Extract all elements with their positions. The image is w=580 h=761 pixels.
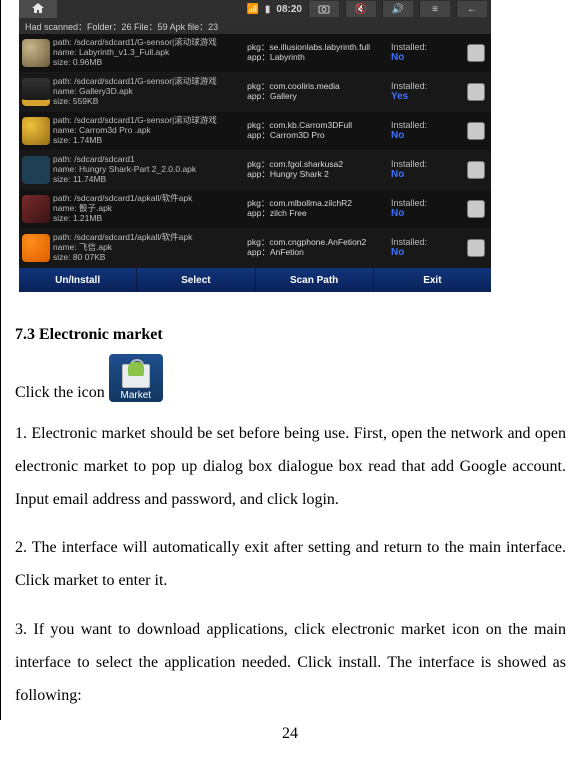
paragraph-2: 2. The interface will automatically exit… xyxy=(15,532,566,598)
app-icon xyxy=(19,73,53,111)
scan-summary-header: Had scanned：Folder：26 File：59 Apk file：2… xyxy=(19,18,491,34)
paragraph-3: 3. If you want to download applications,… xyxy=(15,614,566,712)
select-checkbox[interactable] xyxy=(461,34,491,72)
exit-button[interactable]: Exit xyxy=(374,268,491,292)
android-status-bar: 📶 ▮ 08:20 🔇 🔊 ≡ ← xyxy=(19,0,491,18)
home-button-area[interactable] xyxy=(19,0,57,18)
status-clock: 08:20 xyxy=(276,4,302,15)
install-status: No xyxy=(391,208,404,219)
page-number: 24 xyxy=(0,725,580,743)
battery-icon: ▮ xyxy=(265,4,271,15)
apk-row[interactable]: path: /sdcard/sdcard1 name: Hungry Shark… xyxy=(19,151,491,190)
scan-path-button[interactable]: Scan Path xyxy=(256,268,374,292)
app-icon xyxy=(19,190,53,228)
select-checkbox[interactable] xyxy=(461,229,491,267)
uninstall-button[interactable]: Un/Install xyxy=(19,268,137,292)
select-button[interactable]: Select xyxy=(137,268,255,292)
market-icon-label: Market xyxy=(120,390,151,401)
select-checkbox[interactable] xyxy=(461,190,491,228)
apk-list: path: /sdcard/sdcard1/G-sensor|滚动球游戏 nam… xyxy=(19,34,491,268)
signal-icon: 📶 xyxy=(246,4,258,15)
apk-row[interactable]: path: /sdcard/sdcard1/G-sensor|滚动球游戏 nam… xyxy=(19,34,491,73)
back-button[interactable]: ← xyxy=(456,1,487,17)
select-checkbox[interactable] xyxy=(461,73,491,111)
apk-row[interactable]: path: /sdcard/sdcard1/apkall/软件apk name:… xyxy=(19,190,491,229)
app-icon xyxy=(19,112,53,150)
install-status: Yes xyxy=(391,91,408,102)
app-icon xyxy=(19,229,53,267)
bottom-toolbar: Un/Install Select Scan Path Exit xyxy=(19,268,491,292)
apk-row[interactable]: path: /sdcard/sdcard1/apkall/软件apk name:… xyxy=(19,229,491,268)
click-the-icon-text: Click the icon xyxy=(15,384,105,402)
home-icon xyxy=(31,2,45,17)
market-icon: Market xyxy=(109,354,163,402)
select-checkbox[interactable] xyxy=(461,112,491,150)
apk-row[interactable]: path: /sdcard/sdcard1/G-sensor|滚动球游戏 nam… xyxy=(19,73,491,112)
section-heading: 7.3 Electronic market xyxy=(15,326,566,344)
menu-button[interactable]: ≡ xyxy=(419,1,450,17)
select-checkbox[interactable] xyxy=(461,151,491,189)
apk-row[interactable]: path: /sdcard/sdcard1/G-sensor|滚动球游戏 nam… xyxy=(19,112,491,151)
apk-manager-screenshot: 📶 ▮ 08:20 🔇 🔊 ≡ ← Had scanned：Folder：26 … xyxy=(19,0,491,292)
install-status: No xyxy=(391,169,404,180)
app-icon xyxy=(19,151,53,189)
install-status: No xyxy=(391,52,404,63)
android-icon xyxy=(128,362,144,376)
install-status: No xyxy=(391,247,404,258)
paragraph-1: 1. Electronic market should be set befor… xyxy=(15,418,566,516)
volume-down-button[interactable]: 🔇 xyxy=(345,1,376,17)
screenshot-button[interactable] xyxy=(308,1,339,17)
app-icon xyxy=(19,34,53,72)
volume-up-button[interactable]: 🔊 xyxy=(382,1,413,17)
install-status: No xyxy=(391,130,404,141)
